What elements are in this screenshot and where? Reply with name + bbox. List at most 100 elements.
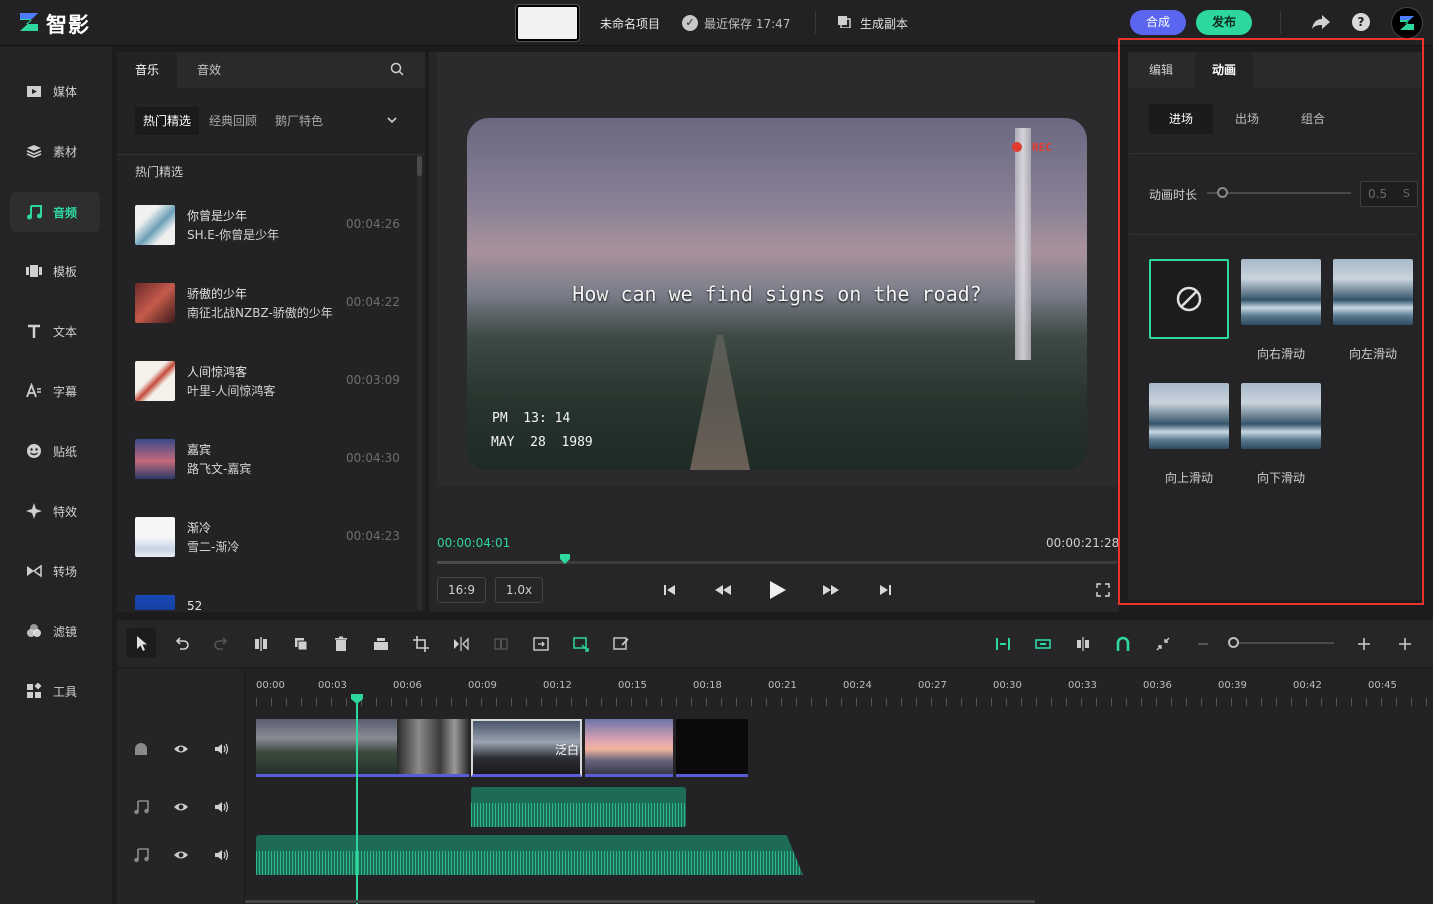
skip-end-icon[interactable] [875,580,895,600]
list-item[interactable]: 嘉宾 路飞文-嘉宾 00:04:30 [117,439,417,517]
playhead[interactable] [356,696,358,904]
add-track-icon[interactable] [1396,635,1414,653]
auto-caption-icon[interactable] [572,635,590,653]
subtab-classic[interactable]: 经典回顾 [201,107,265,135]
progress-fill [437,561,565,564]
link-track-icon[interactable] [1034,635,1052,653]
list-item[interactable]: 骄傲的少年 南征北战NZBZ-骄傲的少年 00:04:22 [117,283,417,361]
video-clip[interactable] [676,719,748,777]
select-tool-button[interactable] [126,628,156,658]
track-name: 骄傲的少年 [187,287,248,301]
volume-icon[interactable] [213,799,229,815]
layer-icon[interactable] [372,635,390,653]
video-caption[interactable]: How can we find signs on the road? [467,282,1087,306]
scrollbar[interactable] [417,156,422,610]
play-icon[interactable] [765,578,789,602]
zoom-slider[interactable] [1234,642,1334,644]
nav-item-tools[interactable]: 工具 [10,671,100,711]
subtab-tencent[interactable]: 鹅厂特色 [267,107,331,135]
replace-icon[interactable] [532,635,550,653]
volume-icon[interactable] [213,847,229,863]
subtab-hot[interactable]: 热门精选 [135,107,200,135]
tab-music[interactable]: 音乐 [117,52,177,88]
ruler-label: 00:12 [543,680,572,691]
ruler-label: 00:18 [693,680,722,691]
align-icon[interactable] [1074,635,1092,653]
compose-button[interactable]: 合成 [1130,10,1186,35]
music-note-icon [27,205,42,220]
track-artist: 路飞文-嘉宾 [187,462,252,476]
list-item[interactable]: 你曾是少年 SH.E-你曾是少年 00:04:26 [117,205,417,283]
fullscreen-icon[interactable] [1093,580,1113,600]
nav-item-assets[interactable]: 素材 [10,131,100,171]
generate-copy-button[interactable]: 生成副本 [860,15,908,32]
track-duration: 00:04:26 [346,217,400,231]
list-item[interactable]: 52 [117,595,417,610]
timeline-ruler[interactable] [256,698,1428,706]
audio-waveform [256,851,803,875]
list-item[interactable]: 渐冷 雪二-渐冷 00:04:23 [117,517,417,595]
clip-label: 泛白 [555,743,580,757]
lock-icon[interactable] [133,741,149,757]
delete-icon[interactable] [332,635,350,653]
skip-start-icon[interactable] [660,580,680,600]
ruler-label: 00:30 [993,680,1022,691]
nav-item-subtitles[interactable]: 字幕 [10,371,100,411]
list-item[interactable]: 人间惊鸿客 叶里-人间惊鸿客 00:03:09 [117,361,417,439]
volume-icon[interactable] [213,741,229,757]
project-thumbnail[interactable] [516,5,579,41]
snap-icon[interactable] [994,635,1012,653]
audio-clip[interactable] [256,835,803,875]
magnet-icon[interactable] [1114,635,1132,653]
share-icon[interactable] [1311,13,1331,31]
undo-icon[interactable] [173,635,191,653]
project-name[interactable]: 未命名项目 [600,15,660,32]
aspect-ratio-button[interactable]: 16:9 [437,577,486,603]
nav-item-effects[interactable]: 特效 [10,491,100,531]
nav-item-filters[interactable]: 滤镜 [10,611,100,651]
nav-item-text[interactable]: 文本 [10,311,100,351]
mirror-icon[interactable] [452,635,470,653]
rewind-icon[interactable] [713,580,733,600]
search-icon[interactable] [390,62,404,76]
avatar[interactable] [1391,7,1423,39]
nav-item-stickers[interactable]: 贴纸 [10,431,100,471]
nav-label: 字幕 [53,385,78,399]
speed-button[interactable]: 1.0x [495,577,543,603]
crop-icon[interactable] [412,635,430,653]
eye-icon[interactable] [173,799,189,815]
redo-icon[interactable] [212,635,230,653]
nav-label: 音频 [53,206,78,220]
audio-clip[interactable] [471,787,686,827]
nav-label: 贴纸 [53,445,78,459]
chevron-down-icon[interactable] [386,114,398,126]
track-duration: 00:04:23 [346,529,400,543]
app-logo-text: 智影 [46,13,90,37]
video-clip[interactable] [256,719,397,777]
fast-forward-icon[interactable] [821,580,841,600]
scrollbar-thumb[interactable] [417,156,422,176]
video-clip[interactable] [397,719,469,777]
zoom-in-icon[interactable] [1355,635,1373,653]
collapse-icon[interactable] [1154,635,1172,653]
zoom-slider-handle[interactable] [1228,637,1239,648]
edit-frame-icon[interactable] [612,635,630,653]
nav-item-templates[interactable]: 模板 [10,251,100,291]
nav-label: 文本 [53,325,78,339]
help-icon[interactable]: ? [1352,13,1370,31]
video-clip[interactable] [585,719,673,777]
timeline-scrollbar[interactable] [245,900,1035,903]
publish-button[interactable]: 发布 [1196,10,1252,35]
split-icon[interactable] [252,635,270,653]
nav-item-audio[interactable]: 音频 [10,192,100,232]
section-title: 热门精选 [135,165,184,179]
nav-item-media[interactable]: 媒体 [10,71,100,111]
track-headers [117,669,245,904]
freeze-frame-icon[interactable] [492,635,510,653]
eye-icon[interactable] [173,741,189,757]
nav-item-transitions[interactable]: 转场 [10,551,100,591]
duplicate-icon[interactable] [292,635,310,653]
zoom-out-icon[interactable] [1194,635,1212,653]
eye-icon[interactable] [173,847,189,863]
tab-sound-effects[interactable]: 音效 [179,52,239,88]
